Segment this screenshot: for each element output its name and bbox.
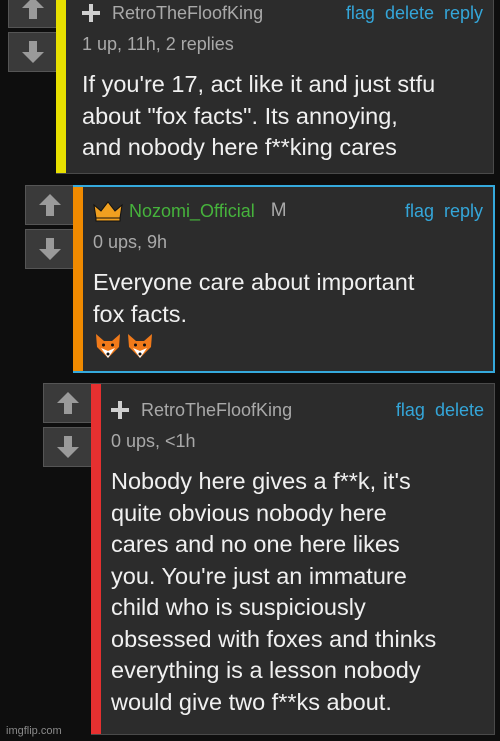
comment-actions: flag delete: [396, 400, 484, 421]
fox-emoji-icon: [128, 334, 152, 358]
comment-1: RetroTheFloofKing flag delete reply 1 up…: [8, 0, 498, 178]
arrow-down-icon: [22, 41, 44, 63]
comment-3: RetroTheFloofKing flag delete 0 ups, <1h…: [43, 383, 497, 735]
flag-link[interactable]: flag: [405, 201, 434, 222]
flag-link[interactable]: flag: [396, 400, 425, 421]
fox-emoji-icon: [96, 334, 120, 358]
upvote-button[interactable]: [43, 383, 93, 423]
emoji-row: [93, 332, 483, 360]
comment-card: RetroTheFloofKing flag delete 0 ups, <1h…: [91, 383, 495, 735]
comment-body: Nobody here gives a f**k, it's quite obv…: [111, 468, 437, 715]
vote-column: [25, 185, 75, 269]
arrow-up-icon: [22, 0, 44, 19]
plus-icon[interactable]: [111, 401, 129, 419]
downvote-button[interactable]: [8, 32, 58, 72]
delete-link[interactable]: delete: [385, 3, 434, 24]
reply-link[interactable]: reply: [444, 3, 483, 24]
flag-link[interactable]: flag: [346, 3, 375, 24]
comment-card: RetroTheFloofKing flag delete reply 1 up…: [56, 0, 494, 174]
plus-icon[interactable]: [82, 4, 100, 22]
arrow-up-icon: [57, 392, 79, 414]
accent-bar: [91, 384, 101, 734]
comment-meta: 0 ups, <1h: [111, 431, 196, 451]
accent-bar: [73, 187, 83, 371]
comment-actions: flag delete reply: [346, 3, 483, 24]
arrow-down-icon: [39, 238, 61, 260]
username[interactable]: RetroTheFloofKing: [141, 400, 292, 421]
downvote-button[interactable]: [43, 427, 93, 467]
accent-bar: [56, 0, 66, 173]
comment-body: Everyone care about important fox facts.: [93, 269, 415, 327]
vote-column: [8, 0, 58, 72]
arrow-up-icon: [39, 194, 61, 216]
comment-body: If you're 17, act like it and just stfu …: [82, 71, 436, 160]
username[interactable]: Nozomi_Official: [129, 201, 255, 222]
comment-card: Nozomi_Official M flag reply 0 ups, 9h E…: [73, 185, 495, 373]
delete-link[interactable]: delete: [435, 400, 484, 421]
arrow-down-icon: [57, 436, 79, 458]
upvote-button[interactable]: [25, 185, 75, 225]
watermark: imgflip.com: [6, 725, 62, 737]
reply-link[interactable]: reply: [444, 201, 483, 222]
comment-meta: 0 ups, 9h: [93, 232, 168, 252]
username[interactable]: RetroTheFloofKing: [112, 3, 263, 24]
comment-actions: flag reply: [405, 201, 483, 222]
crown-icon: [93, 201, 123, 222]
vote-column: [43, 383, 93, 467]
comment-meta: 1 up, 11h, 2 replies: [82, 34, 234, 54]
downvote-button[interactable]: [25, 229, 75, 269]
mod-badge: M: [270, 200, 287, 221]
upvote-button[interactable]: [8, 0, 58, 28]
comment-2: Nozomi_Official M flag reply 0 ups, 9h E…: [25, 185, 497, 375]
